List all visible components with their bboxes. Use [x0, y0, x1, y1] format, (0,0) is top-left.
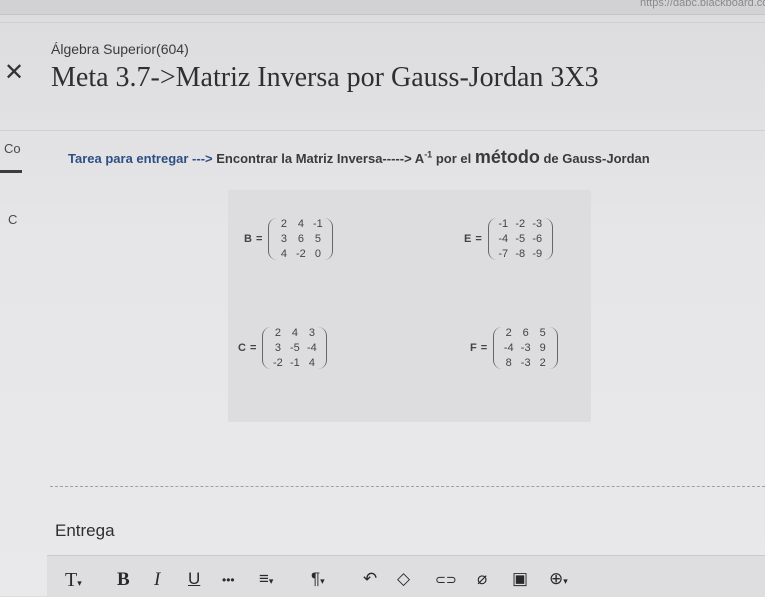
editor-toolbar: T▾ B I U ••• ≡▾ ¶▾ ↶ ◇ ⊂⊃ ⌀ ▣ ⊕▾ — [47, 555, 765, 597]
matrix-cell: 2 — [505, 327, 512, 339]
matrix-cell: -7 — [498, 248, 509, 260]
matrix-cell: 4 — [291, 327, 298, 339]
matrix-cell: -4 — [307, 342, 317, 354]
header-divider — [0, 22, 765, 23]
side-marker — [0, 170, 22, 173]
matrix-cell: 9 — [539, 342, 546, 354]
browser-top-bar: https://dabc.blackboard.com — [0, 0, 765, 15]
matrix-cell: 3 — [280, 233, 287, 245]
clear-format-button[interactable]: ◇ — [397, 570, 410, 587]
matrix-cell: -4 — [503, 342, 514, 354]
equals-sign: = — [475, 233, 482, 245]
task-text: de Gauss-Jordan — [543, 151, 650, 166]
matrix-cell: 6 — [297, 233, 304, 245]
matrix-cell: 4 — [308, 357, 315, 369]
matrix-cell: 2 — [280, 218, 287, 230]
matrix-cell: -3 — [520, 342, 531, 354]
text-style-button[interactable]: T▾ — [65, 570, 82, 590]
matrix-cell: -5 — [515, 233, 526, 245]
matrix-cell: 6 — [522, 327, 529, 339]
task-text: Encontrar la Matriz Inversa-----> — [216, 151, 412, 166]
matrix-name: E — [464, 233, 472, 245]
cut-off-text: C — [8, 212, 18, 227]
matrix-cell: 2 — [539, 357, 546, 369]
attach-button[interactable]: ⌀ — [477, 570, 487, 587]
undo-button[interactable]: ↶ — [363, 570, 377, 587]
matrix-name: B — [244, 233, 252, 245]
close-icon[interactable]: ✕ — [4, 58, 24, 87]
matrix-symbol: A — [414, 151, 425, 166]
link-button[interactable]: ⊂⊃ — [435, 573, 457, 586]
matrix-body: 2 6 5 -4 -3 9 8 -3 2 — [493, 327, 559, 369]
course-name: Álgebra Superior(604) — [51, 41, 189, 57]
dropdown-arrow-icon: ▾ — [320, 576, 325, 586]
task-emphasis: método — [474, 147, 540, 167]
equals-sign: = — [255, 233, 263, 245]
text-style-icon: T — [65, 569, 78, 591]
matrix-cell: -1 — [290, 357, 300, 369]
add-icon: ⊕ — [549, 569, 564, 588]
insert-image-button[interactable]: ▣ — [512, 570, 528, 587]
matrix-cell: 5 — [314, 233, 321, 245]
matrix-cell: -6 — [532, 233, 543, 245]
task-label: Tarea para entregar ---> — [68, 151, 213, 166]
matrix-name: C — [238, 342, 246, 354]
underline-button[interactable]: U — [188, 570, 200, 587]
matrix-cell: -2 — [296, 248, 306, 260]
matrix-cell: 0 — [314, 248, 321, 260]
matrix-cell: 3 — [308, 327, 315, 339]
matrix-cell: 4 — [297, 218, 304, 230]
matrix-cell: -3 — [520, 357, 531, 369]
equals-sign: = — [480, 342, 488, 354]
matrix-cell: -1 — [498, 218, 509, 230]
matrix-cell: -4 — [498, 233, 509, 245]
paragraph-icon: ¶ — [311, 569, 321, 588]
matrix-cell: -2 — [515, 218, 526, 230]
italic-button[interactable]: I — [154, 570, 160, 589]
cut-off-text: Co — [4, 141, 21, 156]
dropdown-arrow-icon: ▾ — [77, 578, 82, 588]
matrix-cell: 3 — [274, 342, 281, 354]
submission-heading: Entrega — [55, 521, 115, 540]
matrix-cell: 2 — [274, 327, 281, 339]
equals-sign: = — [249, 342, 257, 354]
url-text[interactable]: https://dabc.blackboard.com — [640, 0, 765, 9]
align-icon: ≡ — [259, 569, 269, 588]
add-content-button[interactable]: ⊕▾ — [549, 570, 568, 587]
inverse-exponent: -1 — [424, 149, 433, 160]
dropdown-arrow-icon: ▾ — [268, 576, 274, 586]
matrix-name: F — [470, 342, 477, 354]
paragraph-button[interactable]: ¶▾ — [311, 570, 325, 587]
matrix-c: C = 2 4 3 3 -5 -4 -2 -1 4 — [238, 327, 328, 369]
matrix-cell: 5 — [539, 327, 546, 339]
more-options-button[interactable]: ••• — [222, 574, 235, 586]
matrix-cell: 8 — [505, 357, 512, 369]
matrix-cell: -1 — [313, 218, 323, 230]
dashed-divider — [50, 486, 765, 487]
bold-button[interactable]: B — [117, 570, 130, 589]
align-button[interactable]: ≡▾ — [259, 570, 273, 587]
matrix-cell: -3 — [532, 218, 543, 230]
matrix-cell: -2 — [273, 357, 283, 369]
matrix-body: 2 4 -1 3 6 5 4 -2 0 — [268, 218, 334, 260]
matrix-b: B = 2 4 -1 3 6 5 4 -2 0 — [244, 218, 334, 260]
matrix-cell: -5 — [290, 342, 300, 354]
page-title: Meta 3.7->Matriz Inversa por Gauss-Jorda… — [51, 62, 599, 93]
task-instructions: Tarea para entregar ---> Encontrar la Ma… — [68, 147, 650, 168]
section-divider — [0, 130, 765, 131]
dropdown-arrow-icon: ▾ — [563, 576, 568, 586]
matrix-cell: -9 — [532, 248, 543, 260]
matrix-f: F = 2 6 5 -4 -3 9 8 -3 2 — [470, 327, 559, 369]
matrix-cell: -8 — [515, 248, 526, 260]
matrices-image: B = 2 4 -1 3 6 5 4 -2 0 E = -1 -2 -3 -4 … — [228, 190, 591, 422]
matrix-body: 2 4 3 3 -5 -4 -2 -1 4 — [262, 327, 328, 369]
matrix-e: E = -1 -2 -3 -4 -5 -6 -7 -8 -9 — [464, 218, 553, 260]
matrix-body: -1 -2 -3 -4 -5 -6 -7 -8 -9 — [487, 218, 553, 260]
matrix-cell: 4 — [280, 248, 287, 260]
task-text: por el — [435, 151, 472, 166]
